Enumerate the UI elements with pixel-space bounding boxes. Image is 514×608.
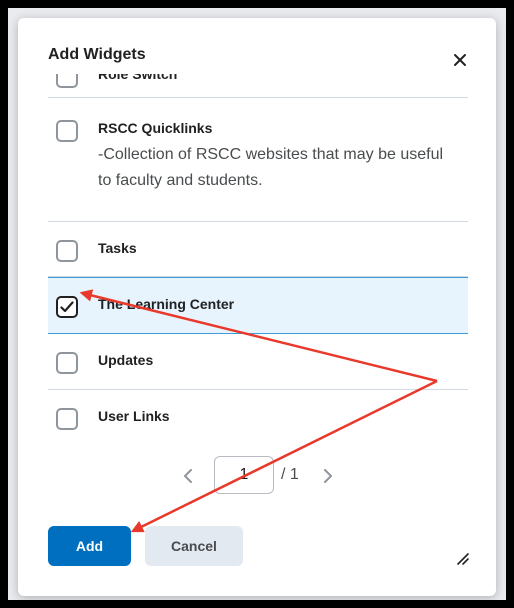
checkbox-user-links[interactable] — [56, 408, 78, 430]
widget-item-tasks[interactable]: Tasks — [48, 222, 468, 277]
widget-label-user-links: User Links — [98, 408, 170, 424]
widget-label-tasks: Tasks — [98, 240, 137, 256]
chevron-right-icon — [324, 469, 332, 483]
widget-item-role-switch[interactable]: Role Switch — [48, 74, 468, 98]
resize-handle-icon[interactable] — [454, 550, 470, 566]
close-icon — [454, 54, 466, 66]
chevron-left-icon — [184, 469, 192, 483]
checkbox-role-switch[interactable] — [56, 74, 78, 88]
widget-item-the-learning-center[interactable]: The Learning Center — [48, 277, 468, 334]
dialog-title: Add Widgets — [48, 46, 146, 63]
widget-label-the-learning-center: The Learning Center — [98, 296, 235, 312]
widget-item-user-links[interactable]: User Links — [48, 390, 468, 438]
close-button[interactable] — [446, 46, 474, 74]
checkbox-the-learning-center[interactable] — [56, 296, 78, 318]
widget-item-rscc-quicklinks[interactable]: RSCC Quicklinks -Collection of RSCC webs… — [48, 98, 468, 222]
widget-description-rscc-quicklinks: -Collection of RSCC websites that may be… — [98, 146, 444, 189]
checkmark-icon — [60, 301, 74, 313]
previous-page-button[interactable] — [178, 466, 198, 486]
pagination: / 1 — [18, 456, 496, 496]
widget-item-updates[interactable]: Updates — [48, 334, 468, 390]
add-widgets-dialog: Add Widgets Role Switch RSCC Quicklinks … — [18, 18, 496, 596]
next-page-button[interactable] — [318, 466, 338, 486]
checkbox-updates[interactable] — [56, 352, 78, 374]
checkbox-rscc-quicklinks[interactable] — [56, 120, 78, 142]
cancel-button[interactable]: Cancel — [145, 526, 243, 566]
widget-label-rscc-quicklinks: RSCC Quicklinks — [98, 120, 213, 136]
add-button[interactable]: Add — [48, 526, 131, 566]
widget-label-updates: Updates — [98, 352, 154, 368]
widget-label-role-switch: Role Switch — [98, 74, 178, 82]
page-number-input[interactable] — [214, 456, 274, 494]
widget-list[interactable]: Role Switch RSCC Quicklinks -Collection … — [48, 74, 468, 438]
page-total: / 1 — [281, 466, 299, 483]
checkbox-tasks[interactable] — [56, 240, 78, 262]
